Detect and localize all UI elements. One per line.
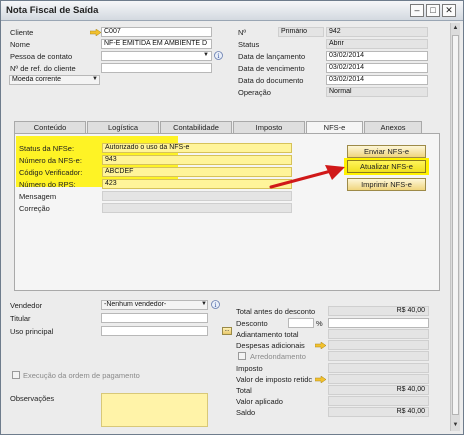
moeda-select[interactable]: Moeda corrente [9,75,100,85]
ellipsis-button[interactable]: ... [222,327,232,335]
vendedor-select[interactable]: -Nenhum vendedor- [101,300,208,310]
numero-rps-field: 423 [102,179,292,189]
total-label: Total [236,386,252,395]
observacoes-label: Observações [10,394,55,403]
valor-aplicado-label: Valor aplicado [236,397,283,406]
numero-rps-label: Número do RPS: [19,180,76,189]
enviar-nfse-button[interactable]: Enviar NFS-e [347,145,426,158]
status-field: Abrir [326,39,428,49]
svg-text:i: i [218,53,220,60]
data-vencimento-label: Data de vencimento [238,64,305,73]
percent-sign: % [316,319,323,328]
despesas-adicionais-field [328,340,429,350]
total-field: R$ 40,00 [328,385,429,395]
serie-select[interactable]: Primário [278,27,324,37]
link-arrow-icon[interactable] [315,342,326,349]
execucao-label: Execução da ordem de pagamento [23,371,140,380]
svg-text:i: i [215,302,217,309]
desconto-value-input[interactable] [328,318,429,328]
numero-field: 942 [326,27,428,37]
nfse-numero-label: Número da NFS-e: [19,156,82,165]
adiantamento-total-label: Adiantamento total [236,330,299,339]
mensagem-label: Mensagem [19,192,57,201]
observacoes-textarea[interactable] [101,393,208,427]
maximize-button[interactable]: □ [426,4,440,17]
link-arrow-icon[interactable] [90,29,101,36]
desconto-percent-input[interactable] [288,318,314,328]
arredondamento-checkbox[interactable] [238,352,246,360]
mensagem-field [102,191,292,201]
scroll-down-icon[interactable]: ▼ [452,421,459,430]
chevron-down-icon[interactable]: ▼ [203,52,209,58]
chevron-down-icon[interactable]: ▼ [201,301,207,307]
codigo-verificador-field: ABCDEF [102,167,292,177]
total-antes-desconto-field: R$ 40,00 [328,306,429,316]
saldo-label: Saldo [236,408,256,417]
data-documento-input[interactable]: 03/02/2014 [326,75,428,85]
vertical-scrollbar[interactable]: ▲ ▼ [450,23,460,431]
cliente-input[interactable]: C007 [101,27,212,37]
ref-cliente-label: Nº de ref. do cliente [10,64,76,73]
uso-principal-input[interactable] [101,326,208,336]
status-label: Status [238,40,260,49]
nfse-status-field: Autorizado o uso da NFS-e [102,143,292,153]
moeda-label: Moeda corrente [12,76,62,83]
data-documento-label: Data do documento [238,76,304,85]
titular-label: Titular [10,314,31,323]
link-arrow-icon[interactable] [315,376,326,383]
arredondamento-label: Arredondamento [250,352,306,361]
info-icon[interactable]: i [214,51,223,60]
pessoa-contato-select[interactable] [101,51,212,61]
minimize-button[interactable]: – [410,4,424,17]
despesas-adicionais-label: Despesas adicionais [236,341,305,350]
imposto-label: Imposto [236,364,263,373]
data-lancamento-label: Data de lançamento [238,52,306,61]
title-bar: Nota Fiscal de Saída – □ ✕ [1,1,463,21]
data-vencimento-input[interactable]: 03/02/2014 [326,63,428,73]
imprimir-nfse-button[interactable]: Imprimir NFS-e [347,178,426,191]
adiantamento-total-field [328,329,429,339]
titular-input[interactable] [101,313,208,323]
codigo-verificador-label: Código Verificador: [19,168,83,177]
window-title: Nota Fiscal de Saída [6,5,99,16]
valor-imposto-retido-field [328,374,429,384]
nota-fiscal-window: Nota Fiscal de Saída – □ ✕ Cliente C007 … [0,0,464,435]
pessoa-contato-label: Pessoa de contato [10,52,73,61]
valor-imposto-retido-label: Valor de imposto retidc [236,375,313,384]
close-button[interactable]: ✕ [442,4,456,17]
correcao-label: Correção [19,204,50,213]
valor-aplicado-field [328,396,429,406]
total-antes-desconto-label: Total antes do desconto [236,307,316,316]
desconto-label: Desconto [236,319,268,328]
numero-label: Nº [238,28,247,37]
saldo-field: R$ 40,00 [328,407,429,417]
uso-principal-label: Uso principal [10,327,54,336]
operacao-field: Normal [326,87,428,97]
arredondamento-field [328,351,429,361]
data-lancamento-input[interactable]: 03/02/2014 [326,51,428,61]
cliente-label: Cliente [10,28,34,37]
correcao-field [102,203,292,213]
scroll-up-icon[interactable]: ▲ [452,24,459,33]
nfse-status-label: Status da NFSe: [19,144,75,153]
nome-input[interactable]: NF-E EMITIDA EM AMBIENTE D [101,39,212,49]
execucao-checkbox[interactable] [12,371,20,379]
nfse-numero-field: 943 [102,155,292,165]
info-icon[interactable]: i [211,300,220,309]
imposto-field [328,363,429,373]
ref-cliente-input[interactable] [101,63,212,73]
red-arrow-icon [269,165,345,189]
atualizar-nfse-button[interactable]: Atualizar NFS-e [347,160,426,173]
chevron-down-icon[interactable]: ▼ [92,76,98,82]
scrollbar-thumb[interactable] [452,35,459,415]
operacao-label: Operação [238,88,271,97]
vendedor-label: Vendedor [10,301,43,310]
nome-label: Nome [10,40,31,49]
